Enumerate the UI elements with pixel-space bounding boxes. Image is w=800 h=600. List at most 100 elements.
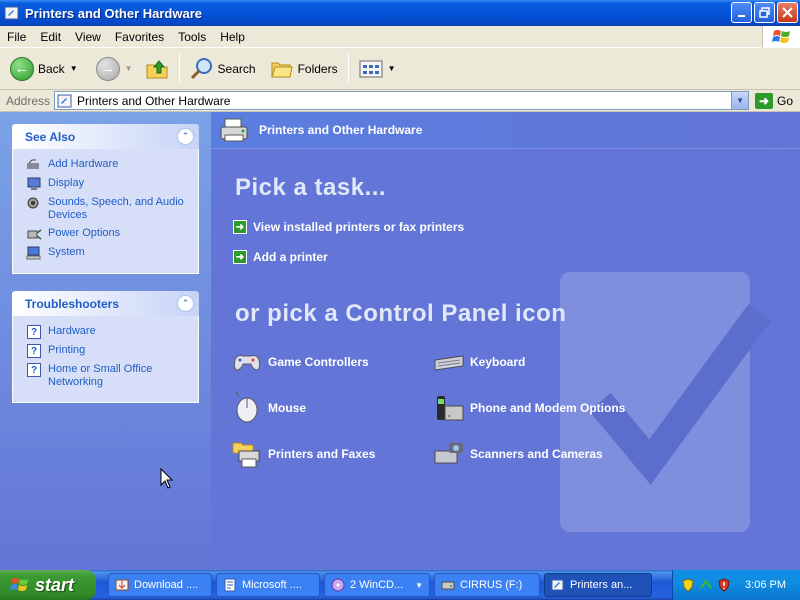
see-also-system[interactable]: System xyxy=(25,246,190,260)
scanner-camera-icon xyxy=(433,438,465,470)
search-button[interactable]: Search xyxy=(186,52,260,86)
see-also-power-options[interactable]: Power Options xyxy=(25,227,190,241)
toolbar-separator xyxy=(178,53,180,84)
clock[interactable]: 3:06 PM xyxy=(745,579,786,591)
minimize-button[interactable] xyxy=(731,2,752,23)
cp-keyboard[interactable]: Keyboard xyxy=(433,346,525,378)
up-folder-button[interactable] xyxy=(141,52,173,86)
cp-scanners-cameras[interactable]: Scanners and Cameras xyxy=(433,438,603,470)
back-dropdown-icon[interactable]: ▼ xyxy=(70,64,78,73)
taskbar-microsoft[interactable]: Microsoft .... xyxy=(216,573,320,597)
menu-view[interactable]: View xyxy=(68,30,108,44)
forward-dropdown-icon[interactable]: ▼ xyxy=(125,64,133,73)
restore-icon xyxy=(759,7,770,18)
help-icon: ? xyxy=(27,344,41,358)
see-also-sounds[interactable]: Sounds, Speech, and Audio Devices xyxy=(25,196,190,222)
views-dropdown-icon[interactable]: ▼ xyxy=(388,64,396,73)
search-label: Search xyxy=(217,61,256,76)
title-bar[interactable]: Printers and Other Hardware xyxy=(0,0,800,26)
taskbar: start Download .... Microsoft .... 2 Win… xyxy=(0,570,800,600)
troubleshooter-hardware[interactable]: ? Hardware xyxy=(25,325,190,339)
back-button[interactable]: ← Back ▼ xyxy=(6,52,82,86)
display-icon xyxy=(25,177,43,191)
menu-favorites[interactable]: Favorites xyxy=(108,30,171,44)
network-icon[interactable] xyxy=(699,578,713,592)
cp-printers-faxes[interactable]: Printers and Faxes xyxy=(231,438,375,470)
group-dropdown-icon: ▼ xyxy=(415,580,423,590)
green-arrow-icon: ➜ xyxy=(233,250,247,264)
collapse-chevron-icon[interactable]: ⌃ xyxy=(177,128,194,145)
printer-fax-icon xyxy=(231,438,263,470)
drive-icon xyxy=(441,581,455,590)
system-tray: 3:06 PM xyxy=(672,570,800,600)
cp-mouse[interactable]: Mouse xyxy=(231,392,306,424)
control-panel-icon xyxy=(551,579,564,591)
control-panel-icon xyxy=(57,94,72,107)
taskbar-download[interactable]: Download .... xyxy=(108,573,212,597)
power-icon xyxy=(25,227,43,241)
green-arrow-icon: ➜ xyxy=(233,220,247,234)
forward-arrow-icon: → xyxy=(95,56,120,81)
see-also-header[interactable]: See Also ⌃ xyxy=(12,124,199,149)
chevron-down-icon: ▼ xyxy=(736,96,744,105)
close-icon xyxy=(782,7,793,18)
help-icon: ? xyxy=(27,363,41,377)
forward-button[interactable]: → ▼ xyxy=(92,52,137,86)
category-banner: Printers and Other Hardware xyxy=(211,112,800,149)
address-label: Address xyxy=(6,93,51,108)
windows-logo-icon xyxy=(762,26,800,48)
see-also-display[interactable]: Display xyxy=(25,177,190,191)
left-task-pane: See Also ⌃ Add Hardware Display Sounds, … xyxy=(0,112,211,570)
folders-button[interactable]: Folders xyxy=(266,52,342,86)
control-panel-icon xyxy=(4,6,19,20)
task-add-printer[interactable]: ➜ Add a printer xyxy=(233,250,328,264)
troubleshooters-header[interactable]: Troubleshooters ⌃ xyxy=(12,291,199,316)
go-arrow-icon: ➜ xyxy=(755,92,774,109)
address-input[interactable]: Printers and Other Hardware ▼ xyxy=(54,91,750,110)
alert-shield-icon[interactable] xyxy=(717,578,731,592)
see-also-add-hardware[interactable]: Add Hardware xyxy=(25,158,190,172)
menu-edit[interactable]: Edit xyxy=(33,30,68,44)
taskbar-cirrus[interactable]: CIRRUS (F:) xyxy=(434,573,540,597)
menu-bar: File Edit View Favorites Tools Help xyxy=(0,26,800,48)
taskbar-printers[interactable]: Printers an... xyxy=(544,573,652,597)
troubleshooters-title: Troubleshooters xyxy=(25,296,120,311)
start-label: start xyxy=(35,574,75,595)
minimize-icon xyxy=(737,14,745,17)
up-folder-icon xyxy=(146,59,168,78)
see-also-title: See Also xyxy=(25,129,76,144)
security-shield-icon[interactable] xyxy=(681,578,695,592)
menu-tools[interactable]: Tools xyxy=(171,30,213,44)
restore-button[interactable] xyxy=(754,2,775,23)
task-view-printers[interactable]: ➜ View installed printers or fax printer… xyxy=(233,220,464,234)
views-button[interactable]: ▼ xyxy=(355,52,400,86)
menu-help[interactable]: Help xyxy=(213,30,252,44)
keyboard-icon xyxy=(433,346,465,378)
main-content: Printers and Other Hardware Pick a task.… xyxy=(211,112,800,570)
pick-icon-heading: or pick a Control Panel icon xyxy=(235,300,567,327)
go-button[interactable]: ➜ Go xyxy=(755,92,793,109)
cp-game-controllers[interactable]: Game Controllers xyxy=(231,346,369,378)
see-also-box: See Also ⌃ Add Hardware Display Sounds, … xyxy=(12,124,199,274)
mouse-pointer-icon xyxy=(160,468,174,489)
cp-phone-modem[interactable]: Phone and Modem Options xyxy=(433,392,625,424)
menu-file[interactable]: File xyxy=(0,30,33,44)
toolbar-separator xyxy=(347,53,349,84)
taskbar-wincd[interactable]: 2 WinCD... ▼ xyxy=(324,573,430,597)
folders-label: Folders xyxy=(297,61,338,76)
troubleshooter-printing[interactable]: ? Printing xyxy=(25,344,190,358)
back-arrow-icon: ← xyxy=(10,56,34,81)
close-button[interactable] xyxy=(777,2,798,23)
game-controller-icon xyxy=(231,346,263,378)
troubleshooter-networking[interactable]: ? Home or Small Office Networking xyxy=(25,363,190,389)
help-icon: ? xyxy=(27,325,41,339)
pick-task-heading: Pick a task... xyxy=(235,174,387,201)
collapse-chevron-icon[interactable]: ⌃ xyxy=(177,295,194,312)
word-document-icon xyxy=(224,578,236,592)
address-dropdown-button[interactable]: ▼ xyxy=(731,92,749,109)
address-bar: Address Printers and Other Hardware ▼ ➜ … xyxy=(0,90,800,112)
wincd-icon xyxy=(331,578,345,592)
address-value: Printers and Other Hardware xyxy=(77,93,231,108)
mouse-icon xyxy=(231,392,263,424)
start-button[interactable]: start xyxy=(0,570,96,600)
